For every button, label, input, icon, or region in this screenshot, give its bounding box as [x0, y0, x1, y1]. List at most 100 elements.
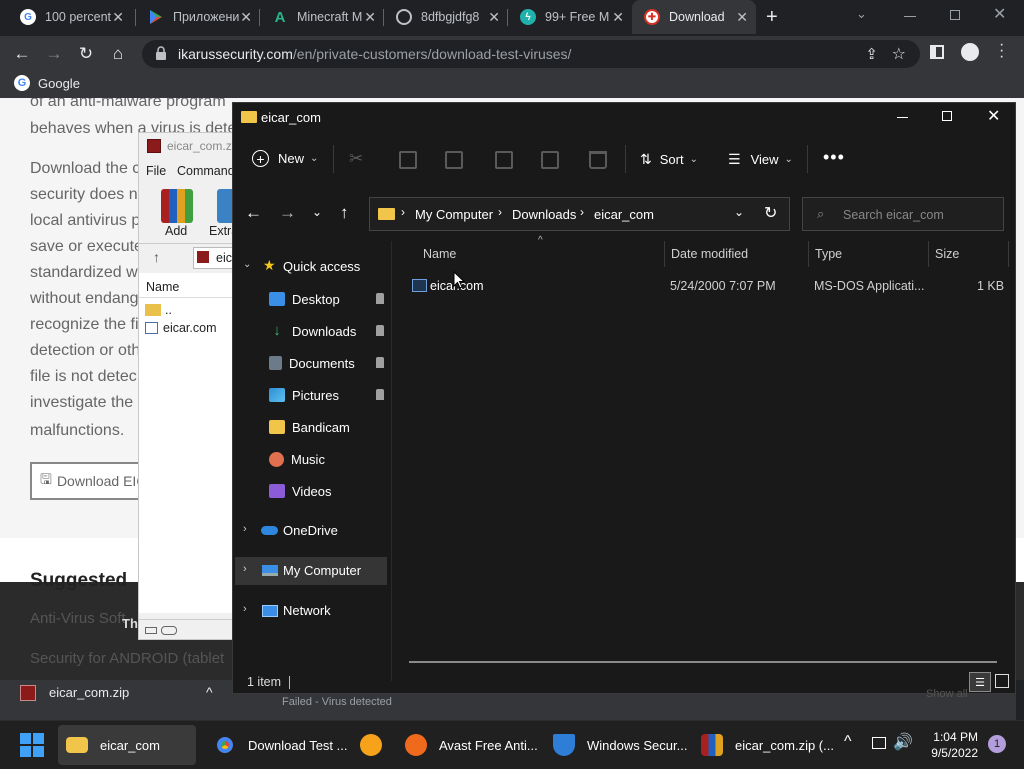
column-divider[interactable]: [808, 241, 809, 267]
close-tab-icon[interactable]: ✕: [240, 9, 252, 26]
home-icon[interactable]: ⌂: [106, 42, 130, 66]
cut-scissors-icon[interactable]: ✂: [349, 149, 363, 169]
sort-button[interactable]: ⇅ Sort ⌄: [640, 151, 698, 168]
up-folder-arrow-icon[interactable]: ↑: [153, 249, 160, 265]
nav-item-bandicam[interactable]: Bandicam: [243, 412, 388, 442]
nav-network[interactable]: Network: [283, 603, 331, 618]
rename-icon[interactable]: [495, 151, 513, 169]
profile-avatar-icon[interactable]: [961, 43, 979, 61]
browser-tab-1[interactable]: G 100 percent ✕: [8, 0, 132, 34]
address-breadcrumb-bar[interactable]: › My Computer › Downloads › eicar_com ⌄ …: [369, 197, 790, 231]
share-icon[interactable]: [541, 151, 559, 169]
footer-link[interactable]: Anti-Virus Soft: [30, 610, 126, 627]
minimize-window-icon[interactable]: [904, 16, 916, 17]
explorer-search-box[interactable]: ⌕ Search eicar_com: [802, 197, 1004, 231]
winrar-col-name[interactable]: Name: [146, 280, 179, 294]
nav-onedrive[interactable]: OneDrive: [283, 523, 338, 538]
nav-item-music[interactable]: Music: [243, 444, 388, 474]
taskbar-clock[interactable]: 1:04 PM 9/5/2022: [922, 729, 978, 761]
nav-item-documents[interactable]: Documents: [243, 348, 388, 378]
browser-tab-3[interactable]: A Minecraft M ✕: [260, 0, 384, 34]
download-file-name[interactable]: eicar_com.zip: [49, 685, 129, 700]
side-panel-icon[interactable]: [930, 45, 944, 59]
more-options-icon[interactable]: •••: [823, 147, 845, 168]
tray-overflow-chevron-icon[interactable]: ^: [844, 733, 852, 751]
taskbar-winrar[interactable]: eicar_com.zip (...: [701, 721, 834, 769]
column-divider[interactable]: [1008, 241, 1009, 267]
delete-trash-icon[interactable]: [589, 151, 607, 169]
column-divider[interactable]: [928, 241, 929, 267]
winrar-menu-commands[interactable]: Command: [177, 164, 235, 178]
column-header-date-modified[interactable]: Date modified: [671, 247, 748, 261]
browser-tab-2[interactable]: Приложени ✕: [136, 0, 260, 34]
details-view-icon[interactable]: ☰: [969, 672, 991, 692]
nav-item-desktop[interactable]: Desktop: [243, 284, 388, 314]
close-icon[interactable]: ✕: [987, 106, 1000, 126]
refresh-icon[interactable]: ↻: [764, 203, 777, 223]
show-all-downloads[interactable]: Show all: [926, 688, 968, 700]
expand-chevron-icon[interactable]: ›: [243, 603, 247, 615]
close-tab-icon[interactable]: ✕: [736, 9, 748, 26]
expand-chevron-icon[interactable]: ›: [243, 563, 247, 575]
bookmark-google[interactable]: G Google: [14, 75, 80, 91]
expand-chevron-icon[interactable]: ›: [243, 523, 247, 535]
nav-my-computer[interactable]: My Computer: [283, 563, 361, 578]
volume-icon[interactable]: 🔊: [893, 732, 913, 752]
restore-window-icon[interactable]: [950, 10, 960, 20]
tab-search-chevron-icon[interactable]: ⌄: [856, 6, 867, 22]
browser-tab-5[interactable]: ϟ 99+ Free M ✕: [508, 0, 632, 34]
breadcrumb-downloads[interactable]: Downloads: [512, 207, 576, 222]
close-tab-icon[interactable]: ✕: [112, 9, 124, 26]
nav-item-videos[interactable]: Videos: [243, 476, 388, 506]
pin-icon[interactable]: [376, 293, 384, 304]
forward-arrow-icon[interactable]: →: [279, 203, 296, 223]
address-bar[interactable]: ikarussecurity.com/en/private-customers/…: [142, 40, 920, 68]
close-window-icon[interactable]: ✕: [993, 4, 1006, 24]
taskbar-chrome[interactable]: Download Test ...: [214, 721, 347, 769]
reload-icon[interactable]: ↻: [74, 42, 98, 66]
taskbar-explorer[interactable]: eicar_com: [58, 725, 196, 765]
windows-start-icon[interactable]: [20, 733, 44, 757]
pin-icon[interactable]: [376, 357, 384, 368]
up-arrow-icon[interactable]: ↑: [340, 203, 349, 223]
back-arrow-icon[interactable]: ←: [10, 42, 34, 66]
back-arrow-icon[interactable]: ←: [245, 203, 262, 223]
pin-icon[interactable]: [376, 389, 384, 400]
close-tab-icon[interactable]: ✕: [612, 9, 624, 26]
bookmark-star-icon[interactable]: ☆: [892, 44, 906, 64]
column-header-name[interactable]: Name: [423, 247, 456, 261]
address-dropdown-chevron-icon[interactable]: ⌄: [734, 205, 744, 219]
view-button[interactable]: ☰ View ⌄: [728, 151, 793, 168]
forward-arrow-icon[interactable]: →: [42, 42, 66, 66]
maximize-icon[interactable]: [942, 111, 952, 121]
taskbar-avast-antivirus[interactable]: Avast Free Anti...: [405, 721, 538, 769]
winrar-add-icon[interactable]: [161, 189, 193, 223]
winrar-row-parent[interactable]: ..: [145, 303, 172, 317]
winrar-add-label[interactable]: Add: [165, 224, 187, 238]
column-header-size[interactable]: Size: [935, 247, 959, 261]
horizontal-scrollbar[interactable]: [409, 661, 997, 663]
browser-tab-4[interactable]: 8dfbgjdfg8 ✕: [384, 0, 508, 34]
taskbar-avast-browser[interactable]: [360, 721, 394, 769]
nav-item-pictures[interactable]: Pictures: [243, 380, 388, 410]
share-icon[interactable]: ⇪: [865, 45, 878, 63]
winrar-menu-file[interactable]: File: [146, 164, 166, 178]
paste-icon[interactable]: [445, 151, 463, 169]
nav-quick-access[interactable]: Quick access: [283, 259, 360, 274]
breadcrumb-my-computer[interactable]: My Computer: [415, 207, 493, 222]
footer-link[interactable]: Security for ANDROID (tablet: [30, 650, 224, 667]
notification-count-badge[interactable]: 1: [988, 735, 1006, 753]
column-header-type[interactable]: Type: [815, 247, 842, 261]
copy-icon[interactable]: [399, 151, 417, 169]
close-tab-icon[interactable]: ✕: [364, 9, 376, 26]
column-divider[interactable]: [664, 241, 665, 267]
nav-item-downloads[interactable]: ↓ Downloads: [243, 316, 388, 346]
close-tab-icon[interactable]: ✕: [488, 9, 500, 26]
recent-locations-chevron-icon[interactable]: ⌄: [312, 205, 322, 219]
minimize-icon[interactable]: [897, 117, 908, 118]
chrome-menu-icon[interactable]: · · ·: [999, 37, 1004, 65]
large-icons-view-icon[interactable]: [995, 674, 1009, 688]
new-tab-plus-icon[interactable]: +: [766, 6, 778, 29]
pin-icon[interactable]: [376, 325, 384, 336]
display-tray-icon[interactable]: [872, 737, 886, 749]
